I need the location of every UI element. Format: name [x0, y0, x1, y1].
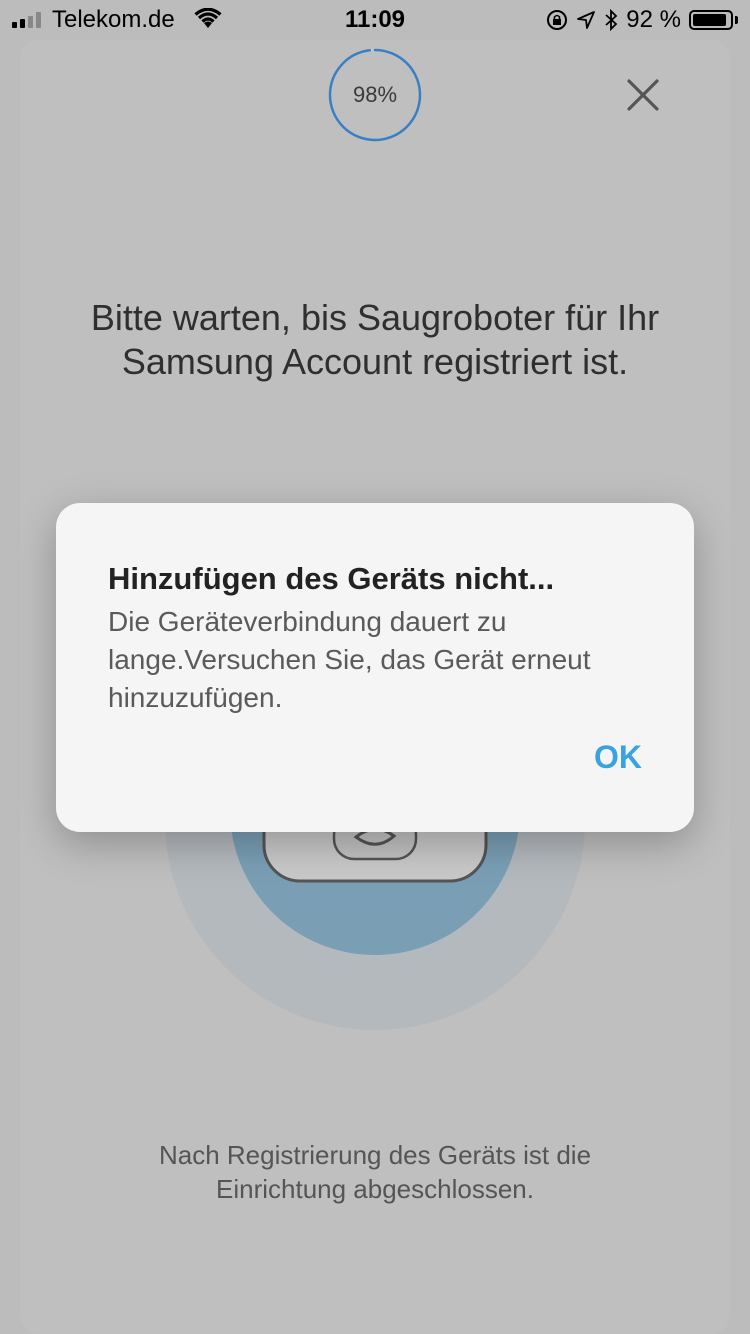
status-right: 92 %	[546, 6, 738, 34]
battery-fill	[693, 14, 727, 26]
orientation-lock-icon	[547, 10, 568, 30]
footer-message: Nach Registrierung des Geräts ist die Ei…	[158, 1140, 592, 1204]
dialog-title: Hinzufügen des Geräts nicht...	[108, 561, 555, 596]
location-icon	[577, 11, 596, 29]
dialog-message: Die Geräteverbindung dauert zu lange.Ver…	[108, 606, 591, 713]
battery-nub	[735, 16, 738, 24]
ok-button[interactable]: OK	[594, 739, 642, 776]
bluetooth-icon	[605, 9, 618, 31]
battery-icon	[689, 10, 733, 30]
battery-percent: 92 %	[626, 6, 681, 33]
alert-dialog: Hinzufügen des Geräts nicht... Die Gerät…	[56, 503, 694, 832]
progress-label: 98%	[352, 82, 398, 107]
wait-message: Bitte warten, bis Saugroboter für Ihr Sa…	[90, 297, 660, 382]
status-bar: Telekom.de 11:09 92 %	[0, 0, 750, 40]
close-icon[interactable]	[622, 74, 664, 116]
screen: Telekom.de 11:09 92 % 98% Bitte warten, …	[0, 0, 750, 1334]
